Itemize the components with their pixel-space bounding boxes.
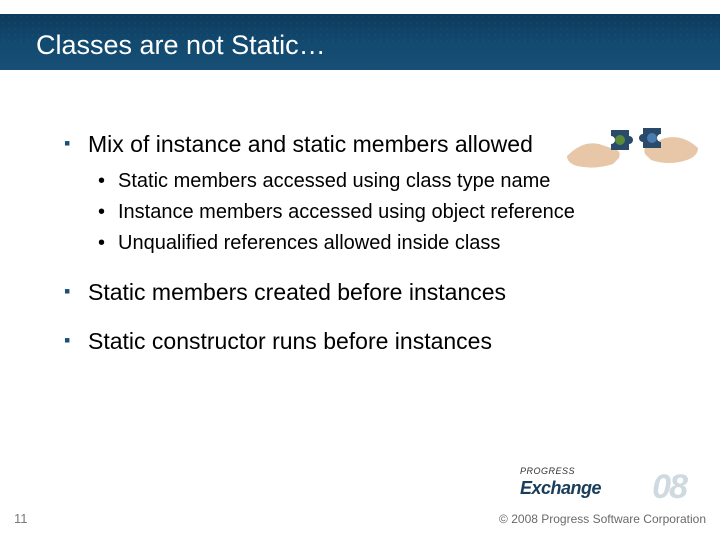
bullet-l1: Static constructor runs before instances [64, 327, 644, 356]
slide-title: Classes are not Static… [36, 30, 326, 61]
bullet-group-2: Static members created before instances [64, 278, 644, 307]
brand-year: 08 [652, 468, 686, 507]
page-number: 11 [14, 511, 28, 526]
copyright-text: © 2008 Progress Software Corporation [499, 512, 706, 526]
bullet-l2: Unqualified references allowed inside cl… [98, 231, 644, 256]
bullet-group-3: Static constructor runs before instances [64, 327, 644, 356]
bullet-l1: Static members created before instances [64, 278, 644, 307]
brand-logo: 08 PROGRESS Exchange [520, 470, 680, 510]
brand-small-text: PROGRESS [520, 466, 575, 476]
brand-main-text: Exchange [520, 478, 601, 499]
title-bar: Classes are not Static… [0, 14, 720, 70]
content-area: Mix of instance and static members allow… [64, 130, 644, 375]
bullet-l2: Instance members accessed using object r… [98, 200, 644, 225]
bullet-l2: Static members accessed using class type… [98, 169, 644, 194]
slide: Classes are not Static… Mix of instance … [0, 0, 720, 540]
bullet-group-1: Mix of instance and static members allow… [64, 130, 644, 256]
bullet-l1: Mix of instance and static members allow… [64, 130, 644, 159]
